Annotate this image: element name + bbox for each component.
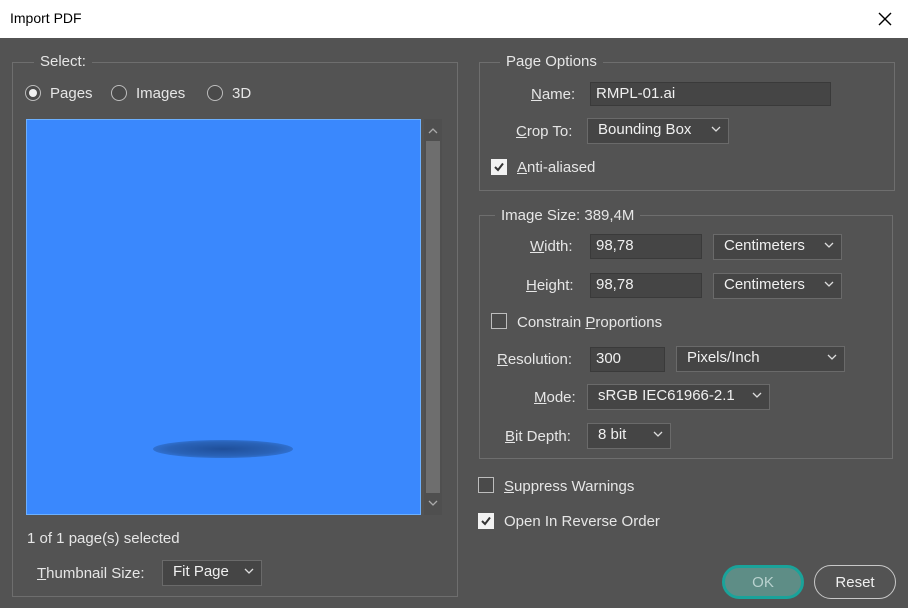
height-field[interactable]: 98,78 [590,273,702,298]
scroll-up-icon[interactable] [427,125,439,137]
window-title: Import PDF [10,10,82,26]
mode-select[interactable]: sRGB IEC61966-2.1 [587,384,770,410]
width-label: Width: [530,238,573,255]
chevron-down-icon [824,242,834,248]
select-legend: Select: [34,54,92,70]
radio-pages[interactable] [25,85,41,101]
selection-status: 1 of 1 page(s) selected [27,530,180,547]
anti-aliased-label: Anti-aliased [517,159,596,176]
chevron-down-icon [827,354,837,360]
radio-3d[interactable] [207,85,223,101]
mode-label: Mode: [534,389,576,406]
ok-button[interactable]: OK [722,565,804,599]
crop-to-select[interactable]: Bounding Box [587,118,729,144]
radio-images-label: Images [136,85,186,102]
resolution-unit-select[interactable]: Pixels/Inch [676,346,845,372]
chevron-down-icon [711,126,721,132]
bit-depth-select[interactable]: 8 bit [587,423,671,449]
chevron-down-icon [824,281,834,287]
thumbnail-size-label: Thumbnail Size: [37,565,145,582]
image-size-legend: Image Size: 389,4M [495,208,641,224]
chevron-down-icon [653,431,663,437]
bit-depth-label: Bit Depth: [505,428,571,445]
suppress-warnings-label: Suppress Warnings [504,478,635,495]
width-field[interactable]: 98,78 [590,234,702,259]
suppress-warnings-checkbox[interactable] [478,477,494,493]
chevron-down-icon [244,568,254,574]
name-field[interactable]: RMPL-01.ai [590,82,831,106]
open-reverse-order-checkbox[interactable] [478,513,494,529]
radio-pages-label: Pages [50,85,93,102]
thumbnail-size-select[interactable]: Fit Page [162,560,262,586]
close-icon[interactable] [870,4,900,34]
thumbnail-shadow-shape [153,440,293,458]
constrain-proportions-checkbox[interactable] [491,313,507,329]
reset-button[interactable]: Reset [814,565,896,599]
name-label: Name: [531,86,576,103]
anti-aliased-checkbox[interactable] [491,159,507,175]
open-reverse-order-label: Open In Reverse Order [504,513,660,530]
resolution-label: Resolution: [497,351,573,368]
height-label: Height: [526,277,574,294]
width-unit-select[interactable]: Centimeters [713,234,842,260]
height-unit-select[interactable]: Centimeters [713,273,842,299]
page-thumbnail[interactable] [26,119,421,515]
constrain-proportions-label: Constrain Proportions [517,314,663,331]
scrollbar-thumb[interactable] [426,141,440,493]
radio-3d-label: 3D [232,85,252,102]
crop-to-label: Crop To: [516,123,573,140]
radio-images[interactable] [111,85,127,101]
title-bar: Import PDF [0,0,908,38]
thumbnail-scrollbar[interactable] [424,119,442,515]
scroll-down-icon[interactable] [427,497,439,509]
chevron-down-icon [752,392,762,398]
resolution-field[interactable]: 300 [590,347,665,372]
page-options-legend: Page Options [500,54,603,70]
